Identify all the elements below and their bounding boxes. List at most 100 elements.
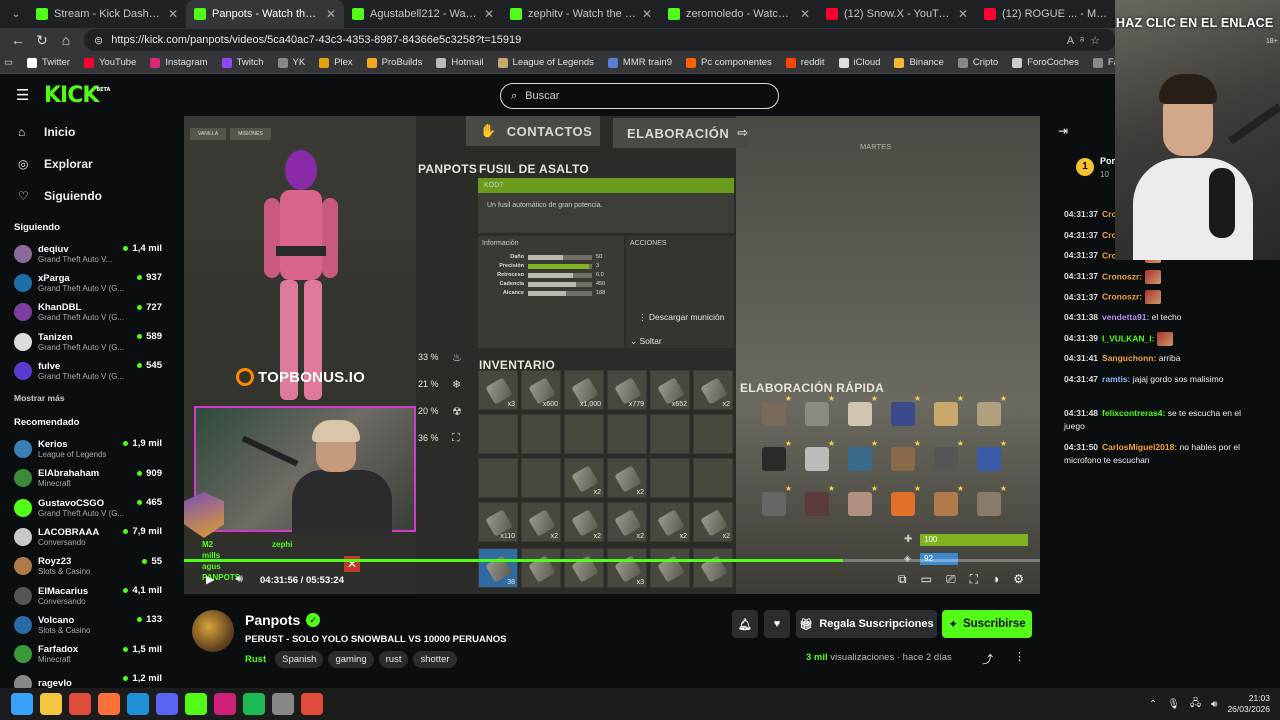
- collapse-chat-icon[interactable]: ⇥: [1058, 124, 1068, 138]
- settings-gear-icon[interactable]: ⚙: [1013, 572, 1024, 587]
- bookmark-item[interactable]: Cripto: [957, 57, 998, 68]
- chat-username[interactable]: Cronoszr:: [1102, 292, 1142, 302]
- sidebar-channel[interactable]: GustavoCSGO Grand Theft Auto V (G... 465: [0, 493, 170, 522]
- menu-icon[interactable]: ☰: [16, 86, 30, 104]
- site-info-icon[interactable]: ⊜: [94, 34, 103, 47]
- quick-craft-item[interactable]: ★: [928, 484, 964, 522]
- quick-craft-item[interactable]: ★: [799, 439, 835, 477]
- inventory-slot[interactable]: x2: [693, 502, 733, 542]
- speaker-icon[interactable]: 🔊︎: [1211, 699, 1217, 710]
- inventory-slot[interactable]: [693, 414, 733, 454]
- inventory-slot[interactable]: x2: [607, 502, 647, 542]
- quick-craft-item[interactable]: ★: [971, 394, 1007, 432]
- sidebar-channel[interactable]: KhanDBL Grand Theft Auto V (G... 727: [0, 298, 170, 327]
- inventory-slot[interactable]: x3: [478, 370, 518, 410]
- inventory-slot[interactable]: [650, 414, 690, 454]
- inventory-slot[interactable]: x2: [521, 502, 561, 542]
- bookmarks-menu-icon[interactable]: ▭: [4, 57, 13, 68]
- bookmark-item[interactable]: reddit: [785, 57, 825, 68]
- network-icon[interactable]: 🖧︎: [1190, 696, 1201, 713]
- contacts-tab[interactable]: ✋ CONTACTOS: [466, 116, 600, 146]
- video-player[interactable]: VANILLA MISIONES TOPBONUS.IO ✋ CONTACTOS …: [184, 116, 1040, 594]
- inventory-slot[interactable]: [478, 458, 518, 498]
- bookmark-item[interactable]: ProBuilds: [366, 57, 422, 68]
- chat-username[interactable]: Cronoszr:: [1102, 271, 1142, 281]
- bookmark-item[interactable]: League of Legends: [497, 57, 594, 68]
- sidebar-channel[interactable]: Volcano Slots & Casino 133: [0, 610, 170, 639]
- read-aloud-icon[interactable]: Aᵃ: [1067, 35, 1090, 47]
- inventory-slot[interactable]: x110: [478, 502, 518, 542]
- quick-craft-item[interactable]: ★: [756, 484, 792, 522]
- quick-craft-item[interactable]: ★: [842, 484, 878, 522]
- category-link[interactable]: Rust: [245, 654, 266, 665]
- tray-chevron-icon[interactable]: ⌃: [1149, 699, 1157, 710]
- snipping-icon[interactable]: [301, 693, 323, 715]
- sidebar-channel[interactable]: Tanizen Grand Theft Auto V (G... 589: [0, 327, 170, 356]
- inventory-slot[interactable]: x779: [607, 370, 647, 410]
- more-options-icon[interactable]: ⋮: [1014, 650, 1025, 663]
- inventory-slot[interactable]: [693, 458, 733, 498]
- channel-name[interactable]: Panpots ✓: [245, 612, 321, 628]
- quick-craft-item[interactable]: ★: [885, 484, 921, 522]
- seek-bar[interactable]: [184, 559, 1040, 562]
- home-browser-icon[interactable]: ⌂: [54, 32, 78, 48]
- drop-action[interactable]: ⌄ Soltar: [630, 336, 662, 347]
- spotify-icon[interactable]: [243, 693, 265, 715]
- crafting-tab[interactable]: ELABORACIÓN ⇨: [613, 118, 748, 148]
- quick-craft-item[interactable]: ★: [885, 394, 921, 432]
- sidebar-channel[interactable]: Farfadox Minecraft 1,5 mil: [0, 640, 170, 669]
- bookmark-star-icon[interactable]: ☆: [1090, 35, 1106, 47]
- bookmark-item[interactable]: YK: [277, 57, 305, 68]
- speed-icon[interactable]: ◑: [992, 572, 999, 587]
- inventory-slot[interactable]: x2: [693, 370, 733, 410]
- clip-icon[interactable]: ⎚: [946, 572, 956, 587]
- folder-icon[interactable]: [40, 693, 62, 715]
- quick-craft-item[interactable]: ★: [928, 394, 964, 432]
- close-tab-icon[interactable]: ✕: [642, 7, 652, 21]
- quick-craft-item[interactable]: ★: [799, 484, 835, 522]
- inventory-slot[interactable]: [521, 414, 561, 454]
- sidebar-channel[interactable]: ragevlo 1,2 mil: [0, 669, 170, 688]
- chrome-icon[interactable]: [69, 693, 91, 715]
- browser-tab[interactable]: zeromoledo - Watch clips on Kick ✕: [660, 0, 818, 28]
- bookmark-item[interactable]: Binance: [894, 57, 944, 68]
- inventory-slot[interactable]: x2: [607, 458, 647, 498]
- nav-inicio[interactable]: ⌂ Inicio: [0, 116, 170, 148]
- close-tab-icon[interactable]: ✕: [958, 7, 968, 21]
- chat-username[interactable]: ramtis:: [1102, 374, 1130, 384]
- bookmark-item[interactable]: ForoCoches: [1012, 57, 1079, 68]
- tag-chip[interactable]: shotter: [413, 651, 457, 668]
- chat-username[interactable]: CarlosMiguel2018:: [1102, 442, 1177, 452]
- clock[interactable]: 21:03 26/03/2026: [1227, 693, 1270, 715]
- reload-icon[interactable]: ↻: [30, 32, 54, 49]
- quick-craft-item[interactable]: ★: [928, 439, 964, 477]
- volume-icon[interactable]: 🔊︎: [236, 573, 243, 586]
- sidebar-channel[interactable]: ElAbrahaham Minecraft 909: [0, 464, 170, 493]
- inventory-slot[interactable]: x2: [564, 458, 604, 498]
- inventory-slot[interactable]: [607, 414, 647, 454]
- quick-craft-item[interactable]: ★: [799, 394, 835, 432]
- inventory-slot[interactable]: x1,000: [564, 370, 604, 410]
- sidebar-channel[interactable]: ElMacarius Conversando 4,1 mil: [0, 581, 170, 610]
- tag-chip[interactable]: gaming: [328, 651, 374, 668]
- quick-craft-item[interactable]: ★: [842, 394, 878, 432]
- mic-tray-icon[interactable]: 🎙︎: [1167, 699, 1180, 710]
- back-icon[interactable]: ←: [6, 32, 30, 48]
- inventory-slot[interactable]: x652: [650, 370, 690, 410]
- bookmark-item[interactable]: Instagram: [150, 57, 208, 68]
- firefox-icon[interactable]: [98, 693, 120, 715]
- quick-craft-item[interactable]: ★: [971, 484, 1007, 522]
- close-tab-icon[interactable]: ✕: [326, 7, 336, 21]
- subscribe-button[interactable]: ✦ Suscribirse: [942, 610, 1032, 638]
- browser-tab[interactable]: Panpots - Watch the VOD on Kick ✕: [186, 0, 344, 28]
- chat-username[interactable]: vendetta91:: [1102, 312, 1149, 322]
- close-tab-icon[interactable]: ✕: [800, 7, 810, 21]
- next-icon[interactable]: [214, 693, 236, 715]
- kick-logo[interactable]: KICK BETA: [44, 83, 110, 108]
- search-input[interactable]: ⌕ Buscar: [500, 83, 779, 109]
- inventory-slot[interactable]: [478, 414, 518, 454]
- kick-icon[interactable]: [185, 693, 207, 715]
- browser-tab[interactable]: zephitv - Watch the VOD on Kick ✕: [502, 0, 660, 28]
- edge-icon[interactable]: [127, 693, 149, 715]
- windows-icon[interactable]: [11, 693, 33, 715]
